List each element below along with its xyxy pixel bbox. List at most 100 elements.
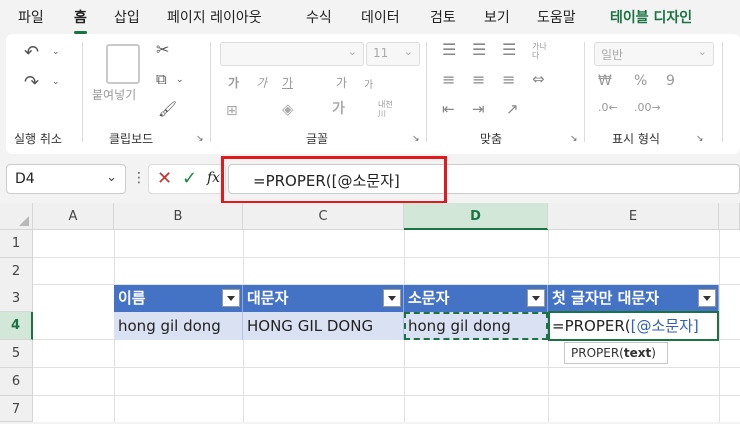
cut-icon[interactable]: ✂ bbox=[156, 42, 169, 58]
copy-dropdown-icon[interactable]: ⌄ bbox=[176, 76, 184, 85]
phonetic-button[interactable]: 내천 川 bbox=[378, 100, 393, 118]
filter-dropdown-icon[interactable] bbox=[698, 289, 716, 307]
menu-review[interactable]: 검토 bbox=[430, 7, 456, 27]
decrease-indent-icon[interactable]: ⇤ bbox=[442, 102, 455, 117]
cancel-icon[interactable]: ✕ bbox=[157, 168, 172, 189]
number-format-value: 일반 bbox=[601, 48, 624, 62]
paste-icon[interactable] bbox=[106, 44, 140, 84]
bold-button[interactable]: 가 bbox=[228, 74, 239, 91]
font-size-combo[interactable]: 11 ⌄ bbox=[366, 42, 420, 66]
row-header-1[interactable]: 1 bbox=[0, 230, 33, 258]
row-header-2[interactable]: 2 bbox=[0, 258, 33, 286]
align-right-icon[interactable]: ≡ bbox=[502, 72, 515, 88]
number-launcher-icon[interactable]: ↘ bbox=[696, 134, 704, 144]
increase-decimal-icon[interactable]: .0← bbox=[598, 102, 618, 113]
redo-dropdown-icon[interactable]: ⌄ bbox=[52, 78, 60, 87]
font-name-combo[interactable]: ⌄ bbox=[220, 42, 364, 66]
name-box[interactable]: D4 ⌄ bbox=[6, 164, 126, 194]
menu-file[interactable]: 파일 bbox=[18, 7, 44, 27]
menu-home[interactable]: 홈 bbox=[74, 7, 87, 34]
align-center-icon[interactable]: ≡ bbox=[472, 72, 485, 88]
group-label-clipboard: 클립보드 bbox=[109, 132, 154, 146]
undo-icon[interactable]: ↶ bbox=[24, 44, 39, 62]
row-header-7[interactable]: 7 bbox=[0, 396, 33, 422]
menu-insert[interactable]: 삽입 bbox=[114, 7, 140, 27]
grid-line bbox=[33, 367, 740, 368]
chevron-down-icon: ⌄ bbox=[403, 45, 413, 58]
column-header-d[interactable]: D bbox=[404, 203, 548, 230]
more-icon[interactable]: ⋮ bbox=[132, 170, 146, 186]
ribbon: ↶ ⌄ ↷ ⌄ 실행 취소 붙여넣기 ✂ ⧉ ⌄ 🖌 클립보드 ↘ ⌄ 11 ⌄… bbox=[6, 34, 740, 154]
menu-view[interactable]: 보기 bbox=[484, 7, 510, 27]
column-header-e[interactable]: E bbox=[548, 203, 719, 230]
orientation-icon[interactable]: ↗ bbox=[506, 102, 519, 117]
merge-center-icon[interactable]: ⇔ bbox=[532, 72, 545, 87]
undo-dropdown-icon[interactable]: ⌄ bbox=[52, 48, 60, 57]
column-header-f[interactable] bbox=[719, 203, 740, 230]
group-label-number: 표시 형식 bbox=[612, 132, 660, 146]
align-left-icon[interactable]: ≡ bbox=[442, 72, 455, 88]
increase-font-button[interactable]: 가 bbox=[336, 74, 347, 91]
increase-indent-icon[interactable]: ⇥ bbox=[472, 102, 485, 117]
format-painter-icon[interactable]: 🖌 bbox=[158, 102, 177, 117]
paste-label[interactable]: 붙여넣기 bbox=[92, 86, 136, 103]
italic-button[interactable]: 가 bbox=[256, 74, 267, 91]
copy-icon[interactable]: ⧉ bbox=[156, 72, 167, 87]
column-header-c[interactable]: C bbox=[243, 203, 404, 230]
decrease-decimal-icon[interactable]: .00→ bbox=[634, 102, 661, 113]
menu-page-layout[interactable]: 페이지 레이아웃 bbox=[167, 7, 262, 27]
row-header-3[interactable]: 3 bbox=[0, 285, 33, 312]
filter-dropdown-icon[interactable] bbox=[527, 289, 545, 307]
grid-line bbox=[33, 257, 740, 258]
redo-icon[interactable]: ↷ bbox=[24, 74, 39, 92]
font-launcher-icon[interactable]: ↘ bbox=[412, 134, 420, 144]
cell-b4[interactable]: hong gil dong bbox=[114, 312, 243, 340]
alignment-launcher-icon[interactable]: ↘ bbox=[570, 134, 578, 144]
align-top-icon[interactable]: ☰ bbox=[442, 42, 456, 58]
wrap-text-button[interactable]: 가나 다 bbox=[532, 42, 547, 60]
border-icon[interactable]: ⊞ bbox=[226, 104, 238, 118]
menu-help[interactable]: 도움말 bbox=[537, 7, 576, 27]
active-cell-border bbox=[548, 311, 719, 341]
row-header-6[interactable]: 6 bbox=[0, 368, 33, 396]
number-format-combo[interactable]: 일반 ⌄ bbox=[594, 42, 714, 66]
tooltip-function: PROPER( bbox=[571, 346, 624, 360]
enter-icon[interactable]: ✓ bbox=[182, 168, 197, 189]
underline-button[interactable]: 가 bbox=[282, 74, 293, 91]
row-header-4[interactable]: 4 bbox=[0, 312, 33, 340]
align-middle-icon[interactable]: ☰ bbox=[472, 42, 486, 58]
fill-color-icon[interactable]: ◈ bbox=[282, 102, 294, 117]
chevron-down-icon[interactable]: ⌄ bbox=[106, 170, 117, 185]
function-tooltip: PROPER(text) bbox=[564, 342, 668, 364]
decrease-font-button[interactable]: 가 bbox=[364, 76, 373, 91]
column-header-b[interactable]: B bbox=[114, 203, 243, 230]
grid-line bbox=[719, 230, 720, 422]
font-color-icon[interactable]: 가 bbox=[332, 102, 345, 116]
table-header-label: 소문자 bbox=[408, 289, 450, 307]
group-divider bbox=[210, 42, 211, 142]
column-header-a[interactable]: A bbox=[33, 203, 114, 230]
menu-formulas[interactable]: 수식 bbox=[306, 7, 332, 27]
table-header-lower: 소문자 bbox=[404, 285, 548, 312]
group-label-alignment: 맞춤 bbox=[480, 132, 503, 146]
menu-bar: 파일 홈 삽입 페이지 레이아웃 수식 데이터 검토 보기 도움말 테이블 디자… bbox=[0, 0, 740, 34]
group-divider bbox=[722, 42, 723, 142]
currency-icon[interactable]: ₩ bbox=[598, 74, 612, 88]
table-header-label: 대문자 bbox=[247, 289, 289, 307]
group-label-font: 글꼴 bbox=[306, 132, 329, 146]
cell-c4[interactable]: HONG GIL DONG bbox=[243, 312, 404, 340]
select-all-corner[interactable] bbox=[0, 203, 33, 230]
comma-icon[interactable]: 9 bbox=[666, 74, 675, 88]
percent-icon[interactable]: % bbox=[634, 74, 647, 88]
table-header-label: 첫 글자만 대문자 bbox=[552, 289, 660, 307]
filter-dropdown-icon[interactable] bbox=[383, 289, 401, 307]
clipboard-launcher-icon[interactable]: ↘ bbox=[196, 134, 204, 144]
filter-dropdown-icon[interactable] bbox=[222, 289, 240, 307]
chevron-down-icon: ⌄ bbox=[347, 45, 357, 58]
menu-table-design[interactable]: 테이블 디자인 bbox=[610, 7, 692, 27]
menu-data[interactable]: 데이터 bbox=[361, 7, 400, 27]
tooltip-arg[interactable]: text bbox=[624, 346, 651, 360]
insert-function-icon[interactable]: fx bbox=[207, 170, 220, 186]
align-bottom-icon[interactable]: ☰ bbox=[502, 42, 516, 58]
row-header-5[interactable]: 5 bbox=[0, 340, 33, 368]
